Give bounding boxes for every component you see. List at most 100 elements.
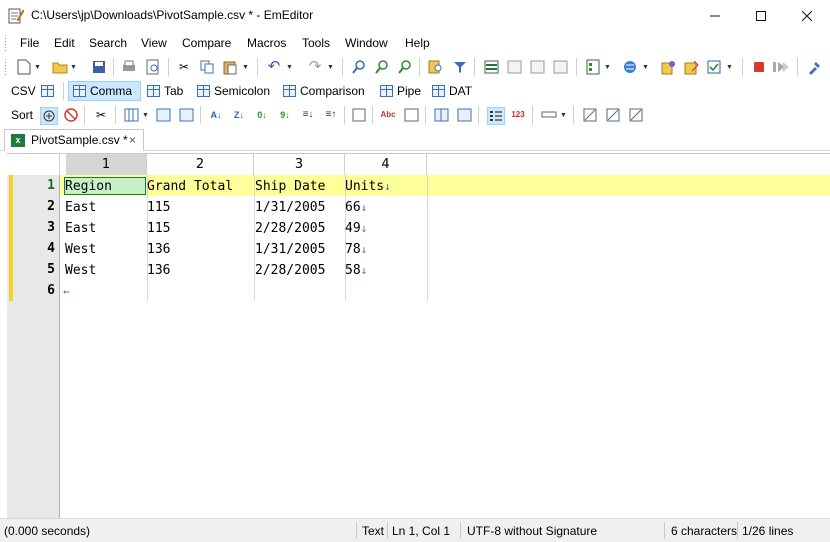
menu-search[interactable]: Search <box>89 36 127 50</box>
document-tab[interactable]: x PivotSample.csv * × <box>4 129 144 151</box>
cell-r1-c3[interactable]: Ship Date <box>255 176 325 197</box>
cell-r4-c2[interactable]: 136 <box>147 239 170 260</box>
sort-numeric-descending-icon[interactable]: 9↓ <box>277 107 293 123</box>
paste-dropdown-icon[interactable]: ▼ <box>242 59 249 75</box>
stop-macro-icon[interactable] <box>751 59 767 75</box>
menu-view[interactable]: View <box>141 36 167 50</box>
cell-r1-c4[interactable]: Units↓ <box>345 176 391 197</box>
split-cells-icon[interactable] <box>433 107 449 123</box>
plugin-icon[interactable] <box>806 59 822 75</box>
text-format-icon[interactable] <box>403 107 419 123</box>
find-in-files-icon[interactable] <box>428 59 444 75</box>
sort-length-descending-icon[interactable]: ≡↑ <box>323 107 339 123</box>
save-icon[interactable] <box>91 59 107 75</box>
csv-mode-icon[interactable] <box>37 81 58 101</box>
cell-r3-c2[interactable]: 115 <box>147 218 170 239</box>
menu-compare[interactable]: Compare <box>182 36 231 50</box>
csv-dat-button[interactable]: DAT <box>428 81 476 101</box>
properties-icon[interactable] <box>683 59 699 75</box>
cell-r3-c3[interactable]: 2/28/2005 <box>255 218 325 239</box>
csv-comparison-button[interactable]: Comparison <box>279 81 369 101</box>
cell-r4-c3[interactable]: 1/31/2005 <box>255 239 325 260</box>
cell-r5-c1[interactable]: West <box>65 260 96 281</box>
add-sort-icon[interactable] <box>40 107 58 125</box>
menu-macros[interactable]: Macros <box>247 36 286 50</box>
cell-r3-c4[interactable]: 49↓ <box>345 218 367 239</box>
csv-semicolon-button[interactable]: Semicolon <box>193 81 274 101</box>
status-encoding[interactable]: UTF-8 without Signature <box>467 524 597 538</box>
config-icon[interactable] <box>585 59 601 75</box>
close-window-button[interactable] <box>784 0 830 32</box>
sort-length-ascending-icon[interactable]: ≡↓ <box>300 107 316 123</box>
cut-icon[interactable]: ✂ <box>176 59 192 75</box>
freeze-icon[interactable] <box>582 107 598 123</box>
column-markers-icon[interactable] <box>506 59 522 75</box>
menu-help[interactable]: Help <box>405 36 430 50</box>
spell-check-icon[interactable]: Abc <box>380 107 396 123</box>
cell-r4-c1[interactable]: West <box>65 239 96 260</box>
cell-r2-c1[interactable]: East <box>65 197 96 218</box>
open-dropdown-icon[interactable]: ▼ <box>70 59 77 75</box>
cell-r5-c3[interactable]: 2/28/2005 <box>255 260 325 281</box>
sort-numeric-ascending-icon[interactable]: 0↓ <box>254 107 270 123</box>
new-dropdown-icon[interactable]: ▼ <box>34 59 41 75</box>
column-width-dropdown-icon[interactable]: ▼ <box>560 107 567 123</box>
sort-a-z-icon[interactable]: A↓ <box>208 107 224 123</box>
paste-icon[interactable] <box>222 59 238 75</box>
window-wrap-icon[interactable] <box>529 59 545 75</box>
encoding-icon[interactable] <box>622 59 638 75</box>
undo-dropdown-icon[interactable]: ▼ <box>286 59 293 75</box>
cell-r3-c1[interactable]: East <box>65 218 96 239</box>
columns-icon[interactable] <box>123 107 139 123</box>
customize-icon[interactable] <box>660 59 676 75</box>
menu-tools[interactable]: Tools <box>302 36 330 50</box>
cell-r5-c4[interactable]: 58↓ <box>345 260 367 281</box>
cell-r4-c4[interactable]: 78↓ <box>345 239 367 260</box>
print-preview-icon[interactable] <box>145 59 161 75</box>
print-icon[interactable] <box>121 59 137 75</box>
maximize-button[interactable] <box>738 0 784 32</box>
columns-dropdown-icon[interactable]: ▼ <box>142 107 149 123</box>
cell-r1-c2[interactable]: Grand Total <box>147 176 233 197</box>
emeditor-app-icon[interactable] <box>8 7 25 24</box>
cell-r2-c2[interactable]: 115 <box>147 197 170 218</box>
join-cells-icon[interactable] <box>456 107 472 123</box>
filter-icon[interactable] <box>452 59 468 75</box>
csv-comma-button[interactable]: Comma <box>68 81 141 101</box>
new-file-icon[interactable] <box>16 59 32 75</box>
column-header-2[interactable]: 2 <box>147 154 254 175</box>
close-tab-icon[interactable]: × <box>129 133 136 147</box>
insert-column-icon[interactable] <box>178 107 194 123</box>
cell-r2-c4[interactable]: 66↓ <box>345 197 367 218</box>
cell-r2-c3[interactable]: 1/31/2005 <box>255 197 325 218</box>
run-macro-icon[interactable] <box>773 59 789 75</box>
checkbox-options-icon[interactable] <box>706 59 722 75</box>
find-next-icon[interactable] <box>374 59 390 75</box>
redo-dropdown-icon[interactable]: ▼ <box>327 59 334 75</box>
clear-sort-icon[interactable] <box>63 107 79 123</box>
column-header-3[interactable]: 3 <box>254 154 345 175</box>
header-row-icon[interactable] <box>628 107 644 123</box>
options-dropdown-icon[interactable]: ▼ <box>726 59 733 75</box>
cell-r1-c1[interactable]: Region <box>65 176 112 197</box>
sort-z-a-icon[interactable]: Z↓ <box>231 107 247 123</box>
status-position[interactable]: Ln 1, Col 1 <box>392 524 450 538</box>
wrap-icon[interactable] <box>483 59 499 75</box>
page-wrap-icon[interactable] <box>552 59 568 75</box>
cell-r5-c2[interactable]: 136 <box>147 260 170 281</box>
encoding-dropdown-icon[interactable]: ▼ <box>642 59 649 75</box>
headings-icon[interactable] <box>605 107 621 123</box>
ruler-icon[interactable]: 123 <box>510 107 526 123</box>
sort-options-icon[interactable] <box>351 107 367 123</box>
tools-icon[interactable]: ✂ <box>93 107 109 123</box>
csv-editor[interactable]: 1 2 3 4 1 2 3 4 5 6 Region Grand Total S… <box>7 153 830 518</box>
status-mode[interactable]: Text <box>362 524 384 538</box>
menu-window[interactable]: Window <box>345 36 388 50</box>
menu-file[interactable]: File <box>20 36 39 50</box>
undo-icon[interactable]: ↶ <box>266 59 282 75</box>
csv-pipe-button[interactable]: Pipe <box>376 81 425 101</box>
minimize-button[interactable] <box>692 0 738 32</box>
line-numbers-icon[interactable] <box>487 107 505 125</box>
redo-icon[interactable]: ↷ <box>307 59 323 75</box>
open-folder-icon[interactable] <box>52 59 68 75</box>
